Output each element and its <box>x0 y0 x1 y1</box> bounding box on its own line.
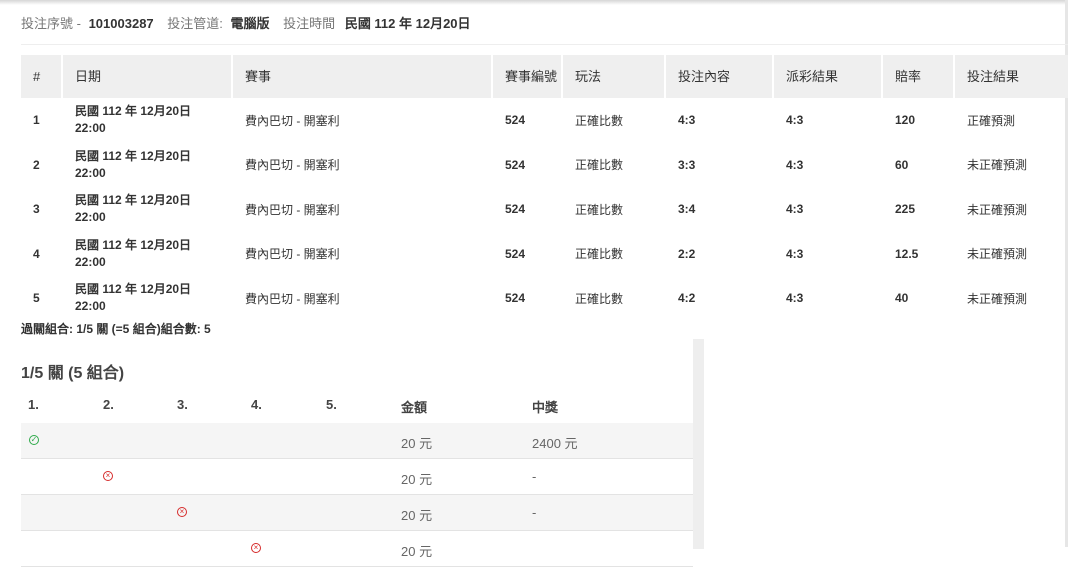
row-match-no: 524 <box>505 291 526 306</box>
col-header-play: 玩法 <box>563 55 666 98</box>
row-result: 未正確預測 <box>967 291 1028 306</box>
table-row: 3 民國 112 年 12月20日 22:00 費內巴切 - 開塞利 524 正確… <box>21 187 1068 232</box>
combo-col-prize: 中獎 <box>532 400 559 415</box>
table-row: 5 民國 112 年 12月20日 22:00 費內巴切 - 開塞利 524 正確… <box>21 276 1068 321</box>
combination-row: × 20 元 - <box>21 459 693 495</box>
row-payout: 4:3 <box>786 157 804 172</box>
row-play: 正確比數 <box>575 113 624 128</box>
combo-prize: 2400 元 <box>532 436 578 451</box>
row-result: 正確預測 <box>967 113 1016 128</box>
table-row: 1 民國 112 年 12月20日 22:00 費內巴切 - 開塞利 524 正確… <box>21 98 1068 143</box>
row-date: 民國 112 年 12月20日 22:00 <box>75 104 192 136</box>
col-header-bet: 投注內容 <box>666 55 774 98</box>
x-circle-icon: × <box>251 543 261 553</box>
row-payout: 4:3 <box>786 202 804 217</box>
combo-amount: 20 元 <box>401 436 433 451</box>
channel-label: 投注管道: <box>167 16 223 31</box>
combination-title: 1/5 關 (5 組合) <box>21 365 125 382</box>
combo-col-2: 2. <box>103 397 114 412</box>
row-odds: 40 <box>895 291 909 306</box>
row-match-no: 524 <box>505 113 526 128</box>
row-odds: 12.5 <box>895 246 919 261</box>
combo-amount: 20 元 <box>401 544 433 559</box>
row-match: 費內巴切 - 開塞利 <box>245 202 340 217</box>
col-header-result: 投注結果 <box>955 55 1068 98</box>
row-odds: 120 <box>895 113 916 128</box>
row-play: 正確比數 <box>575 202 624 217</box>
top-shadow <box>0 0 1068 5</box>
combo-col-1: 1. <box>28 397 39 412</box>
row-odds: 60 <box>895 157 909 172</box>
col-header-match: 賽事 <box>233 55 493 98</box>
col-header-payout: 派彩結果 <box>774 55 883 98</box>
col-header-no: # <box>21 55 63 98</box>
row-payout: 4:3 <box>786 113 804 128</box>
row-date: 民國 112 年 12月20日 22:00 <box>75 282 192 314</box>
row-bet: 2:2 <box>678 246 696 261</box>
row-no: 4 <box>33 246 40 261</box>
col-header-date: 日期 <box>63 55 233 98</box>
combo-col-3: 3. <box>177 397 188 412</box>
combo-col-4: 4. <box>251 397 262 412</box>
row-no: 3 <box>33 202 40 217</box>
row-play: 正確比數 <box>575 158 624 173</box>
combo-amount: 20 元 <box>401 508 433 523</box>
row-result: 未正確預測 <box>967 202 1028 217</box>
row-result: 未正確預測 <box>967 158 1028 173</box>
row-result: 未正確預測 <box>967 247 1028 262</box>
combination-panel: 1/5 關 (5 組合) 1. 2. 3. 4. 5. 金額 中獎 ✓ 20 元… <box>21 339 704 567</box>
serial-label: 投注序號 - <box>21 16 81 31</box>
combination-row: × 20 元 <box>21 531 693 567</box>
bets-table: # 日期 賽事 賽事編號 玩法 投注內容 派彩結果 賠率 投注結果 1 民國 1… <box>21 55 1068 321</box>
table-row: 4 民國 112 年 12月20日 22:00 費內巴切 - 開塞利 524 正確… <box>21 232 1068 277</box>
time-value: 民國 112 年 12月20日 <box>344 16 471 31</box>
bets-table-header: # 日期 賽事 賽事編號 玩法 投注內容 派彩結果 賠率 投注結果 <box>21 55 1068 98</box>
parlay-summary: 過關組合: 1/5 關 (=5 組合)組合數: 5 <box>21 322 211 336</box>
row-date: 民國 112 年 12月20日 22:00 <box>75 148 192 180</box>
col-header-match-no: 賽事編號 <box>493 55 563 98</box>
combo-prize: - <box>532 505 537 520</box>
row-no: 1 <box>33 113 40 128</box>
row-payout: 4:3 <box>786 291 804 306</box>
combo-amount: 20 元 <box>401 472 433 487</box>
row-bet: 3:4 <box>678 202 696 217</box>
row-bet: 4:2 <box>678 291 696 306</box>
table-row: 2 民國 112 年 12月20日 22:00 費內巴切 - 開塞利 524 正確… <box>21 143 1068 188</box>
serial-value: 101003287 <box>88 16 154 31</box>
check-circle-icon: ✓ <box>29 435 39 445</box>
row-match-no: 524 <box>505 246 526 261</box>
row-bet: 3:3 <box>678 157 696 172</box>
row-match: 費內巴切 - 開塞利 <box>245 291 340 306</box>
row-no: 5 <box>33 291 40 306</box>
row-bet: 4:3 <box>678 113 696 128</box>
row-play: 正確比數 <box>575 247 624 262</box>
combo-prize: - <box>532 469 537 484</box>
row-date: 民國 112 年 12月20日 22:00 <box>75 193 192 225</box>
combo-col-amount: 金額 <box>401 400 428 415</box>
combination-header: 1. 2. 3. 4. 5. 金額 中獎 <box>21 387 693 425</box>
row-match-no: 524 <box>505 157 526 172</box>
combination-row: × 20 元 - <box>21 495 693 531</box>
row-no: 2 <box>33 157 40 172</box>
row-odds: 225 <box>895 202 916 217</box>
bet-info-bar: 投注序號 - 101003287 投注管道: 電腦版 投注時間 民國 112 年… <box>21 14 1068 45</box>
row-match-no: 524 <box>505 202 526 217</box>
x-circle-icon: × <box>103 471 113 481</box>
row-match: 費內巴切 - 開塞利 <box>245 113 340 128</box>
channel-value: 電腦版 <box>230 16 270 31</box>
combo-col-5: 5. <box>326 397 337 412</box>
combination-row: ✓ 20 元 2400 元 <box>21 423 693 459</box>
row-play: 正確比數 <box>575 291 624 306</box>
row-match: 費內巴切 - 開塞利 <box>245 247 340 262</box>
row-date: 民國 112 年 12月20日 22:00 <box>75 237 192 269</box>
x-circle-icon: × <box>177 507 187 517</box>
row-payout: 4:3 <box>786 246 804 261</box>
time-label: 投注時間 <box>283 16 336 31</box>
col-header-odds: 賠率 <box>883 55 955 98</box>
row-match: 費內巴切 - 開塞利 <box>245 158 340 173</box>
